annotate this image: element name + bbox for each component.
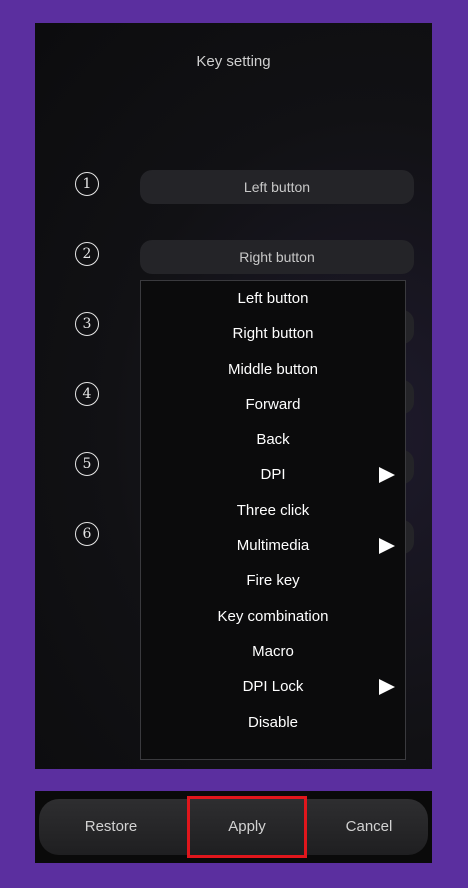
apply-highlight-box [187,796,307,858]
dropdown-item-right-button[interactable]: Right button [141,316,405,351]
dialog-footer: Restore Apply Cancel [35,791,432,863]
dropdown-item-label: Middle button [227,360,319,378]
dropdown-item-key-combination[interactable]: Key combination [141,599,405,634]
key-number-4: 4 [75,382,99,406]
dropdown-item-label: DPI Lock [242,678,304,696]
dropdown-item-label: Forward [245,395,301,413]
restore-button[interactable]: Restore [47,799,175,855]
key-number-5: 5 [75,452,99,476]
submenu-arrow-icon [379,679,395,696]
dropdown-item-back[interactable]: Back [141,422,405,457]
dropdown-item-label: Back [256,431,290,449]
dropdown-item-forward[interactable]: Forward [141,387,405,422]
dropdown-item-label: Key combination [217,607,329,625]
submenu-arrow-icon [379,538,395,555]
key-number-3: 3 [75,312,99,336]
dropdown-item-label: Left button [237,290,309,307]
dropdown-item-label: Disable [247,713,299,731]
key-setting-panel: Key setting 1 Left button 2 Right button… [35,23,432,769]
dropdown-item-label: Fire key [246,572,300,590]
submenu-arrow-icon [379,467,395,484]
key-number-2: 2 [75,242,99,266]
key-row-1: 1 Left button [35,170,432,204]
dropdown-item-label: Three click [236,501,310,519]
key-number-6: 6 [75,522,99,546]
dropdown-item-multimedia[interactable]: Multimedia [141,528,405,563]
dropdown-item-label: DPI [260,466,286,484]
dropdown-item-dpi[interactable]: DPI [141,457,405,492]
key-1-button[interactable]: Left button [140,170,414,204]
dropdown-item-three-click[interactable]: Three click [141,493,405,528]
dropdown-item-macro[interactable]: Macro [141,634,405,669]
dropdown-item-fire-key[interactable]: Fire key [141,563,405,598]
dropdown-item-disable[interactable]: Disable [141,705,405,740]
dropdown-item-dpi-lock[interactable]: DPI Lock [141,669,405,704]
key-row-2: 2 Right button [35,240,432,274]
key-function-dropdown: Left button Right button Middle button F… [140,280,406,760]
dropdown-item-label: Multimedia [236,537,310,555]
cancel-button[interactable]: Cancel [315,799,423,855]
dropdown-item-label: Right button [232,325,314,343]
key-2-button[interactable]: Right button [140,240,414,274]
page-title: Key setting [196,53,271,70]
dropdown-item-left-button[interactable]: Left button [141,281,405,316]
key-number-1: 1 [75,172,99,196]
dropdown-item-label: Macro [252,642,294,660]
dropdown-item-middle-button[interactable]: Middle button [141,352,405,387]
